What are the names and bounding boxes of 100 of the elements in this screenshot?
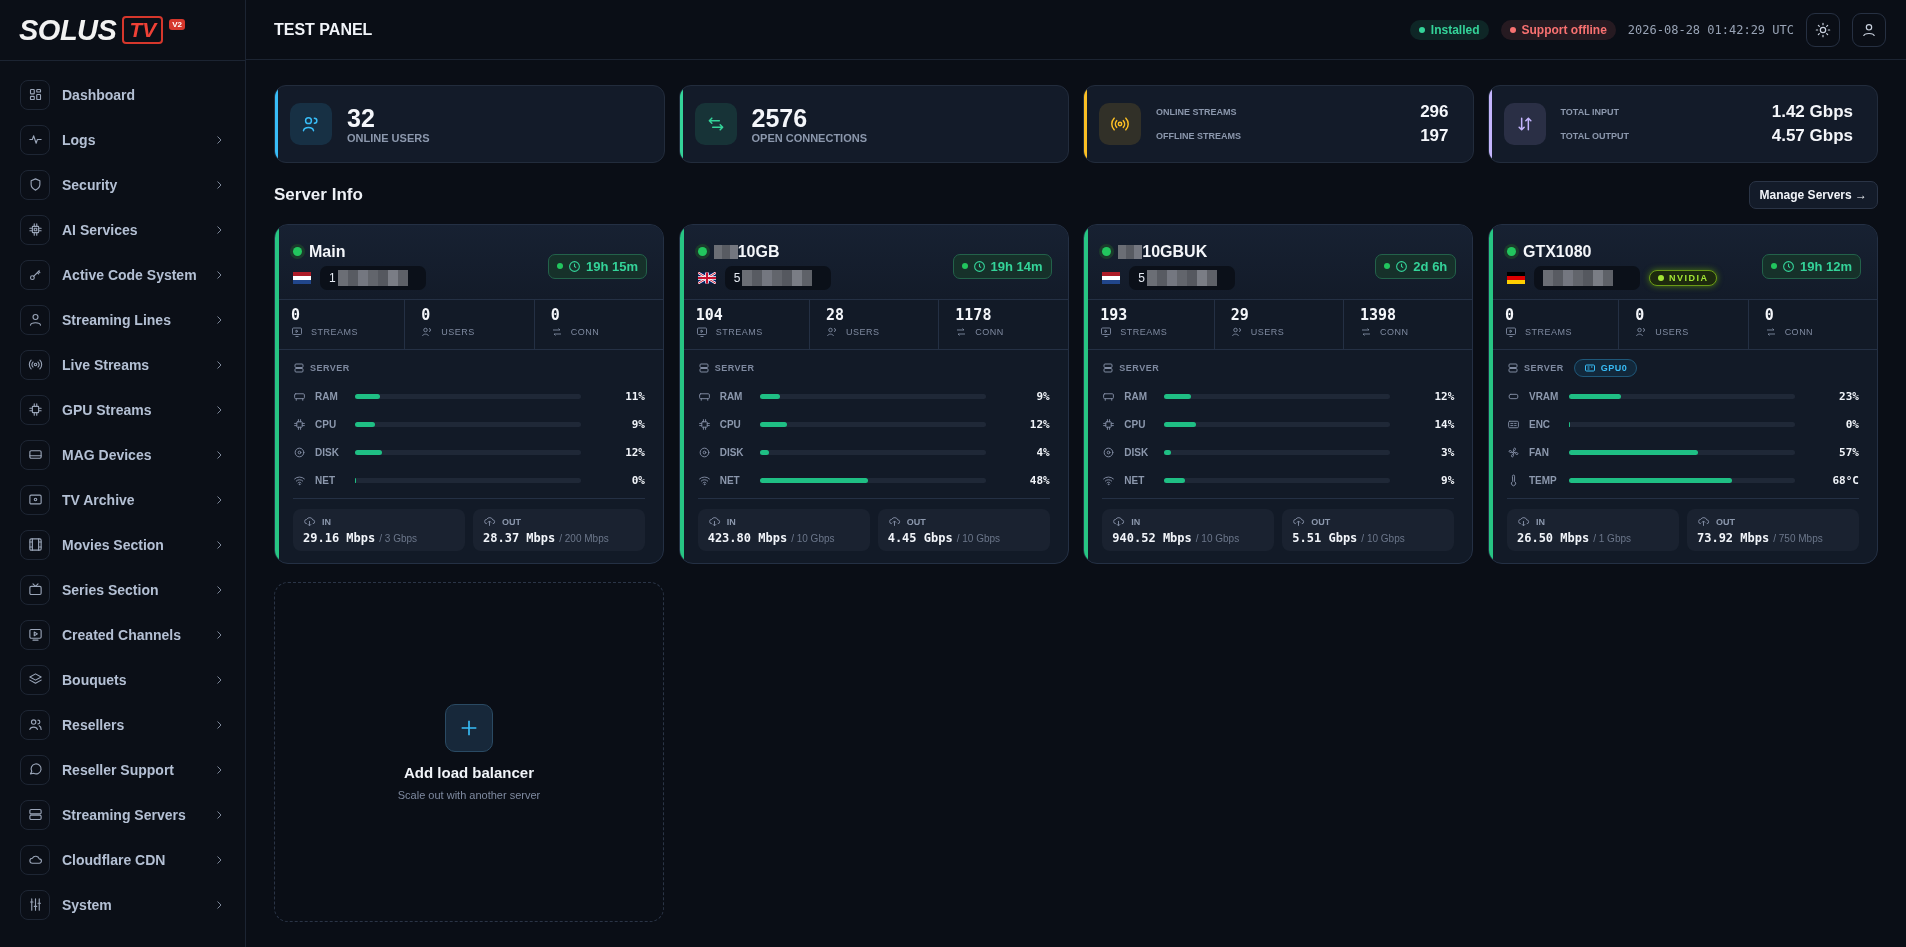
source-tab[interactable]: SERVER (1506, 360, 1564, 376)
uptime-badge: 19h 12m (1761, 253, 1861, 279)
metric-label: CPU (719, 418, 742, 430)
source-tab[interactable]: GPU0 (1573, 359, 1638, 377)
sidebar-item[interactable]: Active Code System (0, 252, 245, 297)
sidebar-item[interactable]: Dashboard (0, 72, 245, 117)
traffic-value: 423.80 Mbps (707, 531, 788, 545)
sidebar-item[interactable]: System (0, 882, 245, 927)
cloud-download-icon (303, 515, 316, 528)
users-icon (421, 326, 434, 338)
wifi-icon (293, 473, 306, 487)
metric-value: 9% (1440, 473, 1455, 487)
stat-value: 296 (1420, 102, 1449, 122)
metric-value: 0% (630, 473, 645, 487)
stat-label: OFFLINE STREAMS (1156, 131, 1241, 141)
swap-icon (1764, 326, 1777, 338)
cloud-upload-icon (483, 515, 496, 528)
sidebar-item[interactable]: Live Streams (0, 342, 245, 387)
count-label: STREAMS (1120, 327, 1168, 337)
theme-toggle-button[interactable] (1806, 12, 1840, 47)
metric-value: 14% (1433, 417, 1455, 431)
chip-icon (293, 417, 306, 431)
metric-label: RAM (719, 390, 744, 402)
sidebar-item[interactable]: Security (0, 162, 245, 207)
metric-value: 11% (624, 389, 645, 403)
count-label: CONN (570, 327, 600, 337)
server-icon (1102, 362, 1115, 374)
stat-label: TOTAL INPUT (1560, 107, 1619, 117)
count-label: STREAMS (1524, 327, 1572, 337)
users-icon (20, 709, 50, 740)
manage-servers-button[interactable]: Manage Servers → (1748, 181, 1878, 209)
sidebar-item[interactable]: Streaming Lines (0, 297, 245, 342)
layers-icon (20, 664, 50, 695)
sidebar-item[interactable]: Streaming Servers (0, 792, 245, 837)
user-icon (20, 304, 50, 335)
traffic-value: 28.37 Mbps (483, 531, 556, 545)
traffic-limit: / 10 Gbps (1195, 533, 1240, 544)
cloud-download-icon (707, 515, 721, 528)
count-label: STREAMS (715, 327, 763, 337)
sidebar-item[interactable]: Created Channels (0, 612, 245, 657)
server-icon (293, 362, 305, 374)
metric-value: 9% (1035, 389, 1050, 403)
version-badge: V2 (169, 19, 186, 30)
metric-value: 48% (1028, 473, 1050, 487)
add-server-card[interactable]: Add load balancer Scale out with another server (274, 582, 664, 922)
count-value: 1398 (1359, 306, 1398, 324)
account-button[interactable] (1852, 12, 1886, 47)
count-value: 0 (1635, 306, 1646, 324)
disk-icon (697, 445, 711, 459)
wifi-icon (1102, 473, 1116, 487)
sidebar-item[interactable]: TV Archive (0, 477, 245, 522)
traffic-limit: / 3 Gbps (379, 533, 418, 544)
screen-icon (695, 326, 708, 338)
sidebar-item[interactable]: Movies Section (0, 522, 245, 567)
sidebar-item[interactable]: Reseller Support (0, 747, 245, 792)
stat-value: 197 (1420, 126, 1449, 146)
sidebar-item[interactable]: Cloudflare CDN (0, 837, 245, 882)
metric-value: 3% (1440, 445, 1455, 459)
sidebar-item[interactable]: AI Services (0, 207, 245, 252)
users-icon (290, 103, 332, 145)
source-tab[interactable]: SERVER (1102, 360, 1160, 376)
sidebar-item[interactable]: Bouquets (0, 657, 245, 702)
sidebar-item[interactable]: Resellers (0, 702, 245, 747)
traffic-label: IN (322, 516, 331, 527)
sidebar-item[interactable]: GPU Streams (0, 387, 245, 432)
server-name: Main (309, 242, 346, 261)
sidebar-item[interactable]: Logs (0, 117, 245, 162)
count-value: 0 (1764, 306, 1775, 324)
traffic-label: IN (1131, 516, 1141, 527)
screen-icon (1100, 326, 1113, 338)
logo-mark: TV (122, 16, 164, 44)
page-title: TEST PANEL (274, 20, 373, 39)
clock-text: 2026-08-28 01:42:29 UTC (1627, 22, 1794, 37)
metric-label: VRAM (1528, 390, 1560, 402)
metric-value: 12% (1433, 389, 1455, 403)
source-tab[interactable]: SERVER (697, 360, 755, 376)
metric-value: 68°C (1831, 473, 1859, 487)
cloud-upload-icon (1696, 515, 1710, 528)
sidebar-item[interactable]: Series Section (0, 567, 245, 612)
uptime-badge: 19h 15m (547, 253, 647, 279)
sidebar-item[interactable]: MAG Devices (0, 432, 245, 477)
stat-label: TOTAL OUTPUT (1560, 131, 1629, 141)
broadcast-icon (1099, 103, 1141, 145)
card-icon (1583, 362, 1596, 374)
count-value: 1178 (955, 306, 993, 324)
play-icon (20, 619, 50, 650)
shield-icon (20, 169, 50, 200)
swap-icon (1359, 326, 1372, 338)
wifi-icon (697, 473, 711, 487)
traffic-label: OUT (1715, 516, 1735, 527)
traffic-limit: / 10 Gbps (791, 533, 835, 544)
count-value: 0 (291, 306, 302, 324)
stat-label: ONLINE USERS (347, 132, 430, 144)
traffic-label: OUT (1311, 516, 1331, 527)
logo-text: SOLUS (19, 13, 117, 47)
server-icon (1506, 362, 1519, 374)
stat-label: OPEN CONNECTIONS (751, 132, 867, 144)
key-icon (20, 259, 50, 290)
source-tab[interactable]: SERVER (293, 360, 350, 376)
count-value: 28 (826, 306, 846, 324)
